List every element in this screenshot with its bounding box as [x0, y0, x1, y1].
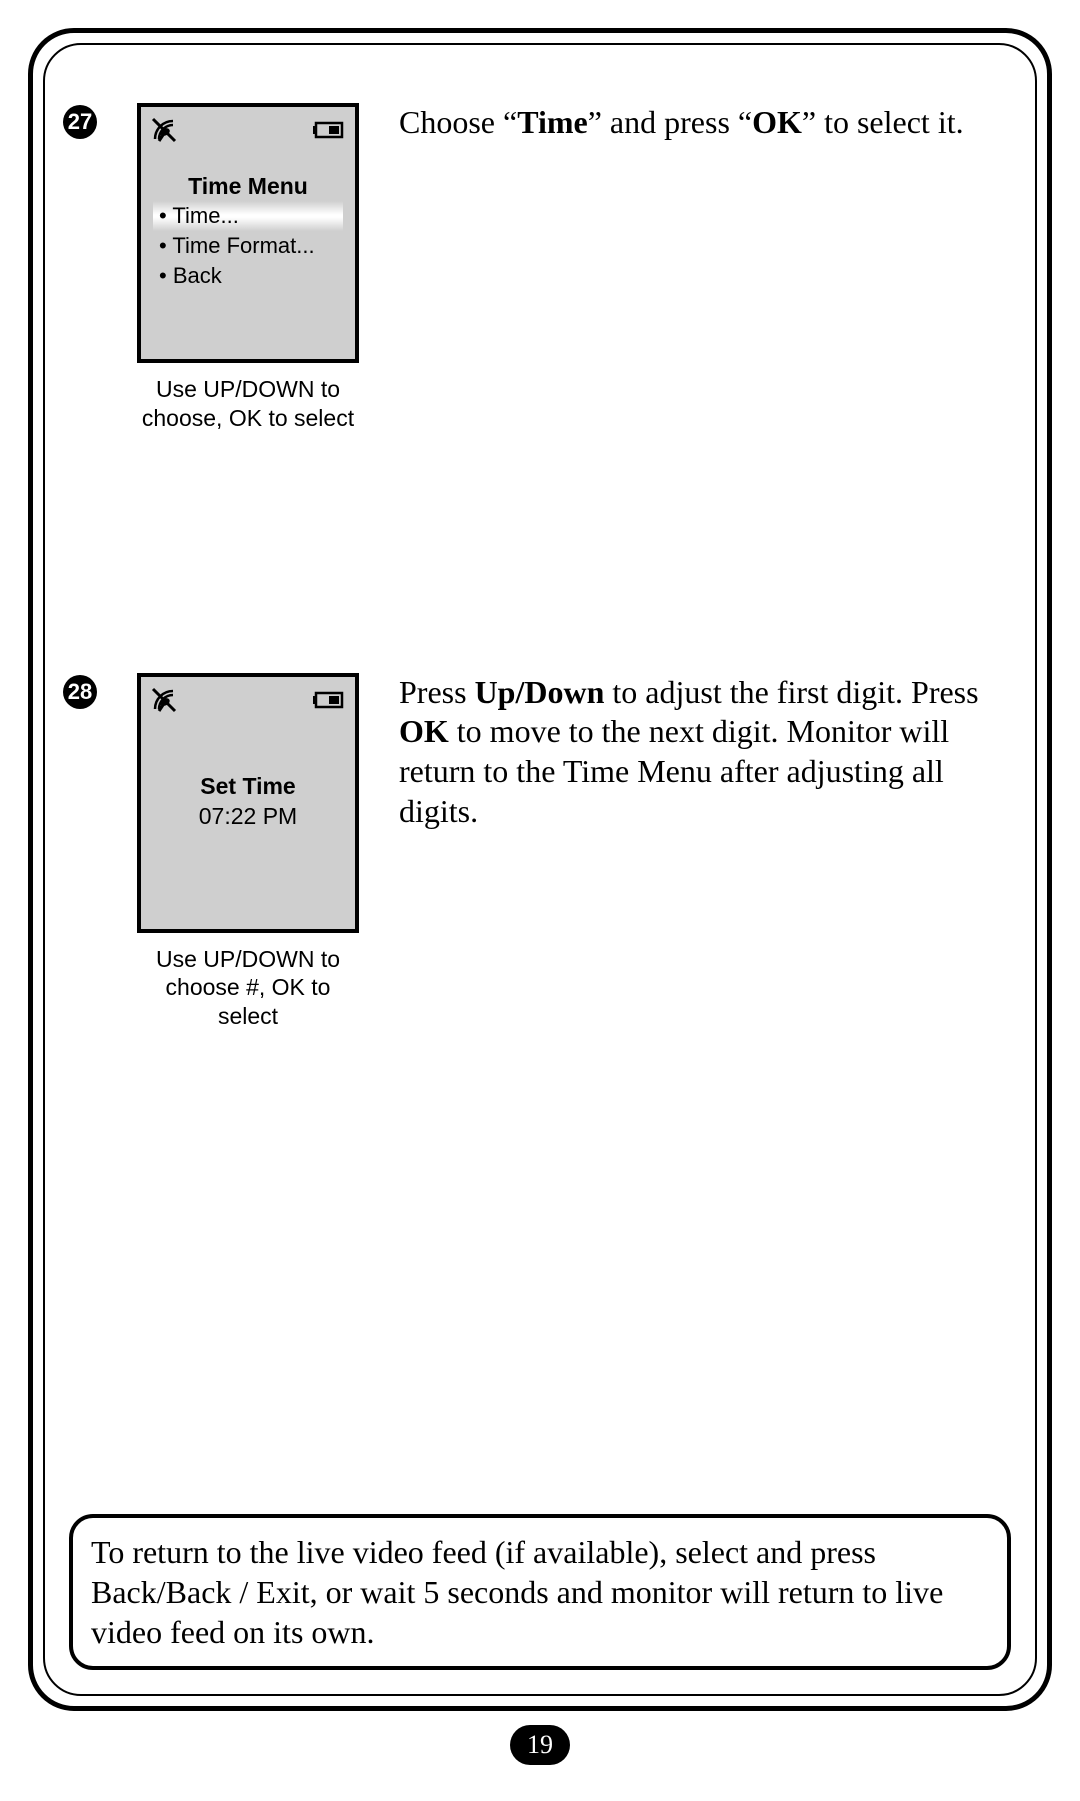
- body-text: to move to the next digit. Monitor will …: [399, 713, 949, 828]
- menu-item-label: Back: [173, 263, 222, 288]
- step-28: 28: [63, 673, 1017, 1031]
- menu-item-time-format[interactable]: • Time Format...: [153, 231, 343, 261]
- content-panel: 27: [28, 28, 1052, 1711]
- body-text: ” to select it.: [802, 104, 964, 140]
- step-marker: 27: [63, 105, 97, 139]
- screen-caption: Use UP/DOWN to choose, OK to select: [133, 375, 363, 433]
- no-signal-icon: [149, 685, 179, 715]
- page-number-badge: 19: [510, 1725, 570, 1765]
- screen-title: Time Menu: [141, 173, 355, 200]
- screen-column: Set Time 07:22 PM Use UP/DOWN to choose …: [133, 673, 363, 1031]
- status-bar: [149, 685, 347, 715]
- bullet: •: [159, 263, 167, 288]
- device-screen-time-menu: Time Menu • Time... • Time Format... • B: [137, 103, 359, 363]
- menu-item-back[interactable]: • Back: [153, 261, 343, 291]
- step-27: 27: [63, 103, 1017, 433]
- emphasis-text: Time: [517, 104, 588, 140]
- device-screen-set-time: Set Time 07:22 PM: [137, 673, 359, 933]
- body-text: ” and press “: [588, 104, 752, 140]
- body-text: Choose “: [399, 104, 517, 140]
- no-signal-icon: [149, 115, 179, 145]
- footer-note: To return to the live video feed (if ava…: [69, 1514, 1011, 1670]
- instruction-text: Press Up/Down to adjust the first digit.…: [399, 673, 1017, 832]
- instruction-text: Choose “Time” and press “OK” to select i…: [399, 103, 1017, 143]
- battery-icon: [313, 120, 347, 140]
- body-text: Press: [399, 674, 475, 710]
- screen-caption: Use UP/DOWN to choose #, OK to select: [133, 945, 363, 1031]
- body-text: to adjust the first digit. Press: [604, 674, 978, 710]
- status-bar: [149, 115, 347, 145]
- step-marker: 28: [63, 675, 97, 709]
- bullet: •: [159, 233, 167, 258]
- bullet: •: [159, 203, 167, 228]
- manual-page: 27: [0, 0, 1080, 1801]
- menu-item-label: Time...: [172, 203, 238, 228]
- set-time-value[interactable]: 07:22 PM: [141, 803, 355, 830]
- battery-icon: [313, 690, 347, 710]
- emphasis-text: Up/Down: [475, 674, 605, 710]
- emphasis-text: OK: [399, 713, 449, 749]
- screen-column: Time Menu • Time... • Time Format... • B: [133, 103, 363, 433]
- emphasis-text: OK: [752, 104, 802, 140]
- menu-item-time[interactable]: • Time...: [153, 201, 343, 231]
- menu-items: • Time... • Time Format... • Back: [153, 201, 343, 291]
- set-time-title: Set Time: [141, 773, 355, 800]
- menu-item-label: Time Format...: [172, 233, 314, 258]
